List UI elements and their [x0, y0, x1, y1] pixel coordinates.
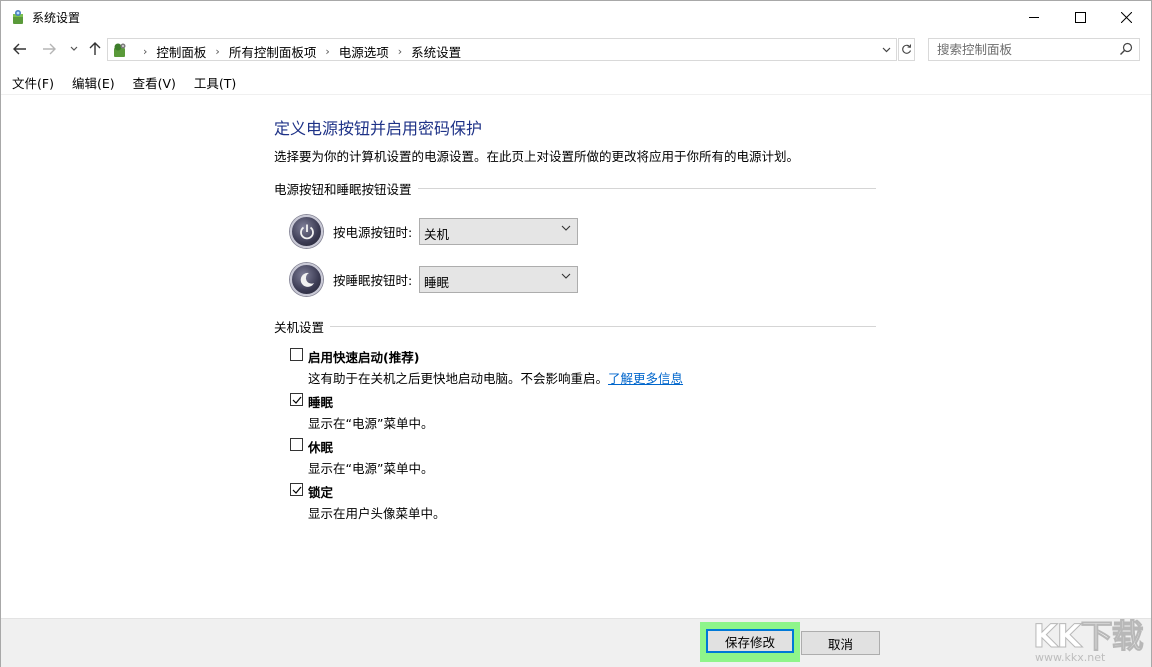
power-button-setting: 按电源按钮时: 关机: [290, 215, 578, 248]
lock-checkbox[interactable]: [290, 483, 303, 496]
save-changes-button[interactable]: 保存修改: [706, 629, 794, 653]
fast-startup-checkbox[interactable]: [290, 348, 303, 361]
sleep-button-action-value: 睡眠: [424, 275, 449, 290]
cancel-button[interactable]: 取消: [801, 631, 880, 655]
chevron-right-icon[interactable]: ›: [325, 45, 329, 58]
close-icon: [1121, 12, 1132, 23]
checkmark-icon: [292, 395, 302, 405]
sleep-icon: [290, 263, 323, 296]
shutdown-section-heading: 关机设置: [274, 317, 876, 336]
hibernate-option[interactable]: 休眠: [290, 437, 333, 456]
lock-option-label[interactable]: 锁定: [308, 482, 333, 501]
sleep-option-description: 显示在“电源”菜单中。: [308, 413, 433, 432]
back-button[interactable]: [10, 38, 30, 60]
watermark-logo: KK下载 www.kkx.net: [1033, 611, 1151, 667]
control-panel-icon: [111, 41, 129, 59]
page-description: 选择要为你的计算机设置的电源设置。在此页上对设置所做的更改将应用于你所有的电源计…: [274, 146, 799, 165]
chevron-right-icon: ›: [143, 45, 147, 58]
lock-option[interactable]: 锁定: [290, 482, 333, 501]
power-button-action-select[interactable]: 关机: [419, 218, 578, 245]
search-input[interactable]: [929, 39, 1119, 60]
learn-more-link[interactable]: 了解更多信息: [608, 371, 683, 386]
watermark-url: www.kkx.net: [1035, 651, 1105, 664]
section-heading-text: 关机设置: [274, 317, 324, 336]
title-bar: 系统设置: [1, 1, 1151, 33]
breadcrumb-item-power-options[interactable]: 电源选项: [339, 42, 389, 61]
menu-view[interactable]: 查看(V): [123, 69, 184, 93]
sleep-option[interactable]: 睡眠: [290, 392, 333, 411]
forward-button[interactable]: [39, 38, 59, 60]
window-title: 系统设置: [32, 9, 80, 26]
address-bar[interactable]: › 控制面板 › 所有控制面板项 › 电源选项 › 系统设置: [107, 38, 897, 61]
sleep-option-label[interactable]: 睡眠: [308, 392, 333, 411]
hibernate-checkbox[interactable]: [290, 438, 303, 451]
divider: [1, 94, 1151, 95]
navigation-bar: › 控制面板 › 所有控制面板项 › 电源选项 › 系统设置: [1, 35, 1151, 63]
power-button-label: 按电源按钮时:: [333, 222, 419, 241]
chevron-right-icon[interactable]: ›: [398, 45, 402, 58]
hibernate-option-description: 显示在“电源”菜单中。: [308, 458, 433, 477]
address-dropdown-button[interactable]: [878, 41, 894, 59]
chevron-right-icon[interactable]: ›: [215, 45, 219, 58]
refresh-button[interactable]: [898, 38, 915, 61]
up-button[interactable]: [85, 38, 105, 60]
sleep-button-action-select[interactable]: 睡眠: [419, 266, 578, 293]
minimize-icon: [1029, 12, 1040, 23]
page-title: 定义电源按钮并启用密码保护: [274, 115, 482, 139]
chevron-down-icon: [882, 47, 891, 53]
fast-startup-label[interactable]: 启用快速启动(推荐): [308, 347, 419, 366]
arrow-up-icon: [89, 42, 101, 56]
minimize-button[interactable]: [1011, 1, 1057, 33]
control-panel-icon: [10, 9, 26, 25]
chevron-down-icon: [561, 223, 571, 233]
moon-icon: [298, 271, 316, 289]
arrow-right-icon: [42, 43, 56, 55]
menu-tools[interactable]: 工具(T): [184, 69, 244, 93]
maximize-button[interactable]: [1057, 1, 1103, 33]
breadcrumb-item-control-panel[interactable]: 控制面板: [156, 42, 206, 61]
maximize-icon: [1075, 12, 1086, 23]
power-buttons-section-heading: 电源按钮和睡眠按钮设置: [274, 179, 876, 198]
breadcrumb-item-system-settings[interactable]: 系统设置: [411, 42, 461, 61]
arrow-left-icon: [13, 43, 27, 55]
menu-edit[interactable]: 编辑(E): [62, 69, 123, 93]
control-panel-window: 系统设置: [0, 0, 1152, 667]
divider: [418, 188, 876, 189]
power-icon: [290, 215, 323, 248]
search-box[interactable]: [928, 38, 1140, 61]
sleep-button-setting: 按睡眠按钮时: 睡眠: [290, 263, 578, 296]
sleep-button-label: 按睡眠按钮时:: [333, 270, 419, 289]
fast-startup-description: 这有助于在关机之后更快地启动电脑。不会影响重启。了解更多信息: [308, 368, 683, 387]
recent-locations-button[interactable]: [64, 38, 84, 60]
power-button-action-value: 关机: [424, 227, 449, 242]
chevron-down-icon: [561, 271, 571, 281]
refresh-icon: [901, 44, 912, 55]
fast-startup-description-text: 这有助于在关机之后更快地启动电脑。不会影响重启。: [308, 371, 608, 386]
menu-bar: 文件(F) 编辑(E) 查看(V) 工具(T): [1, 69, 244, 93]
breadcrumb: › 控制面板 › 所有控制面板项 › 电源选项 › 系统设置: [134, 42, 461, 61]
search-icon[interactable]: [1119, 42, 1133, 56]
divider: [330, 326, 876, 327]
power-symbol-icon: [298, 223, 316, 241]
chevron-down-icon: [70, 46, 78, 52]
footer-bar: [1, 619, 1151, 667]
section-heading-text: 电源按钮和睡眠按钮设置: [274, 179, 412, 198]
lock-option-description: 显示在用户头像菜单中。: [308, 503, 446, 522]
close-button[interactable]: [1103, 1, 1149, 33]
menu-file[interactable]: 文件(F): [1, 69, 62, 93]
sleep-checkbox[interactable]: [290, 393, 303, 406]
breadcrumb-item-all-items[interactable]: 所有控制面板项: [229, 42, 317, 61]
fast-startup-option[interactable]: 启用快速启动(推荐): [290, 347, 419, 366]
hibernate-option-label[interactable]: 休眠: [308, 437, 333, 456]
checkmark-icon: [292, 485, 302, 495]
